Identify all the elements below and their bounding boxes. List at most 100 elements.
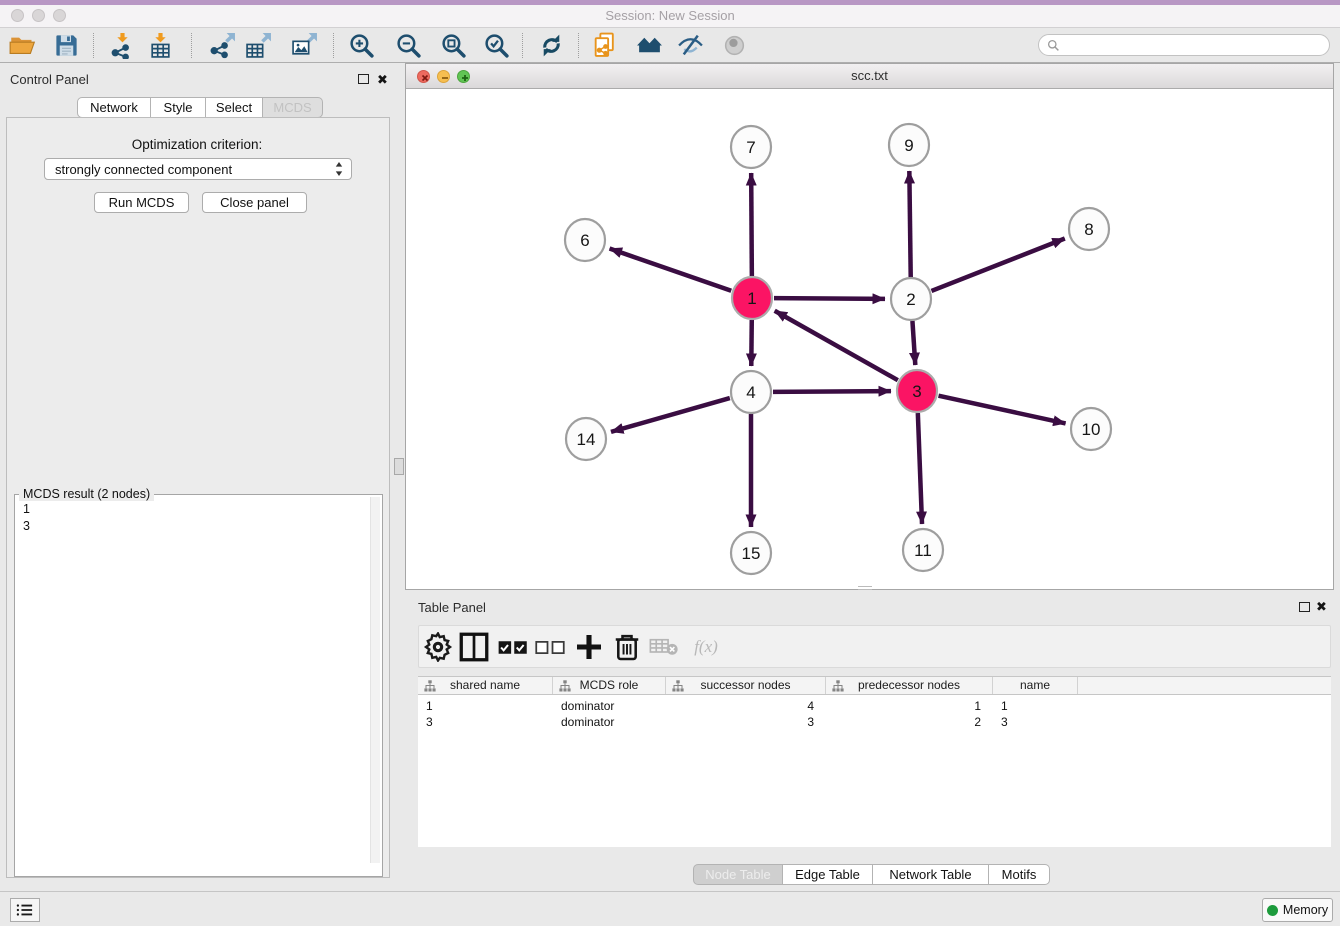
show-columns-icon[interactable] — [459, 633, 489, 661]
table-settings-gear-icon[interactable] — [423, 633, 453, 661]
control-panel-title: Control Panel — [10, 72, 89, 87]
memory-label: Memory — [1283, 903, 1328, 917]
graph-node-15[interactable]: 15 — [731, 532, 771, 574]
tab-edge-table[interactable]: Edge Table — [783, 864, 873, 885]
memory-button[interactable]: Memory — [1262, 898, 1333, 922]
tab-node-table[interactable]: Node Table — [693, 864, 783, 885]
network-canvas[interactable]: 7 9 6 8 1 2 3 4 14 10 15 11 — [406, 89, 1333, 589]
network-view-window: scc.txt 7 9 6 8 1 2 3 4 14 10 15 11 — [405, 63, 1334, 590]
column-header-name[interactable]: name — [993, 677, 1078, 694]
refresh-icon[interactable] — [535, 30, 567, 60]
import-network-icon[interactable] — [106, 30, 138, 60]
mcds-result-scrollbar[interactable] — [370, 497, 380, 863]
graph-node-14[interactable]: 14 — [566, 418, 606, 460]
svg-text:4: 4 — [746, 383, 755, 402]
graph-edge-2-9[interactable] — [909, 171, 910, 277]
search-field[interactable] — [1038, 34, 1330, 56]
panel-splitter-grip[interactable] — [394, 458, 404, 475]
select-stepper-icon — [335, 162, 343, 176]
home-icon[interactable] — [633, 30, 665, 60]
network-close-button[interactable] — [417, 70, 430, 83]
svg-text:8: 8 — [1084, 220, 1093, 239]
graph-node-2[interactable]: 2 — [891, 278, 931, 320]
delete-row-trash-icon[interactable] — [612, 633, 642, 661]
window-title: Session: New Session — [0, 5, 1340, 27]
hide-selected-eye-slash-icon[interactable] — [674, 30, 706, 60]
network-maximize-button[interactable] — [457, 70, 470, 83]
close-panel-button[interactable]: Close panel — [202, 192, 307, 213]
graph-node-3[interactable]: 3 — [897, 370, 937, 412]
optimization-criterion-value: strongly connected component — [55, 162, 232, 177]
console-button[interactable] — [10, 898, 40, 922]
select-all-columns-icon[interactable] — [498, 633, 528, 661]
column-header-successor-nodes[interactable]: successor nodes — [666, 677, 826, 694]
table-panel-close-icon[interactable]: ✖ — [1316, 601, 1327, 613]
graph-edge-3-1[interactable] — [775, 311, 898, 380]
export-image-icon[interactable] — [288, 30, 320, 60]
control-panel-close-icon[interactable]: ✖ — [377, 74, 388, 86]
zoom-in-icon[interactable] — [345, 30, 377, 60]
graph-node-11[interactable]: 11 — [903, 529, 943, 571]
tab-network-table[interactable]: Network Table — [873, 864, 989, 885]
save-session-icon[interactable] — [50, 30, 82, 60]
run-mcds-button[interactable]: Run MCDS — [94, 192, 189, 213]
control-panel-tabs: Network Style Select MCDS — [77, 97, 323, 118]
tab-select[interactable]: Select — [206, 97, 263, 118]
deselect-all-columns-icon[interactable] — [535, 633, 565, 661]
export-table-icon[interactable] — [242, 30, 274, 60]
import-table-icon[interactable] — [144, 30, 176, 60]
show-hidden-eye-icon[interactable] — [718, 30, 750, 60]
network-minimize-button[interactable] — [437, 70, 450, 83]
tab-style[interactable]: Style — [151, 97, 206, 118]
zoom-out-icon[interactable] — [392, 30, 424, 60]
mcds-result-text[interactable]: 1 3 — [15, 495, 382, 876]
graph-edge-2-3[interactable] — [912, 321, 915, 365]
column-header-predecessor-nodes[interactable]: predecessor nodes — [826, 677, 993, 694]
zoom-window-button[interactable] — [53, 9, 66, 22]
graph-edge-2-8[interactable] — [931, 239, 1064, 291]
node-table-body: 1 dominator 4 1 1 3 dominator 3 2 3 — [418, 695, 1331, 847]
add-row-icon[interactable] — [574, 633, 604, 661]
svg-text:10: 10 — [1082, 420, 1101, 439]
svg-text:2: 2 — [906, 290, 915, 309]
tab-motifs[interactable]: Motifs — [989, 864, 1050, 885]
control-panel-float-icon[interactable] — [358, 74, 369, 84]
delete-table-icon[interactable] — [649, 633, 679, 661]
graph-edge-1-2[interactable] — [774, 298, 885, 299]
network-window-titlebar[interactable]: scc.txt — [406, 64, 1333, 89]
column-header-mcds-role[interactable]: MCDS role — [553, 677, 666, 694]
graph-edge-3-10[interactable] — [938, 396, 1065, 424]
graph-node-1[interactable]: 1 — [732, 277, 772, 319]
graph-edge-3-11[interactable] — [918, 413, 922, 524]
optimization-criterion-select[interactable]: strongly connected component — [44, 158, 352, 180]
clone-network-icon[interactable] — [588, 30, 620, 60]
graph-edge-4-14[interactable] — [611, 398, 730, 432]
graph-edge-1-7[interactable] — [751, 173, 752, 276]
graph-node-10[interactable]: 10 — [1071, 408, 1111, 450]
minimize-window-button[interactable] — [32, 9, 45, 22]
toolbar-separator — [578, 33, 579, 58]
graph-edge-4-3[interactable] — [773, 391, 891, 392]
table-panel-float-icon[interactable] — [1299, 602, 1310, 612]
svg-text:15: 15 — [742, 544, 761, 563]
graph-edge-1-6[interactable] — [610, 249, 732, 291]
mcds-result-group: MCDS result (2 nodes) 1 3 — [14, 494, 383, 877]
graph-node-9[interactable]: 9 — [889, 124, 929, 166]
open-session-icon[interactable] — [6, 30, 38, 60]
column-header-shared-name[interactable]: shared name — [418, 677, 553, 694]
network-resize-grip[interactable] — [858, 586, 872, 590]
export-network-icon[interactable] — [206, 30, 238, 60]
svg-text:6: 6 — [580, 231, 589, 250]
search-input[interactable] — [1060, 38, 1329, 52]
toolbar-separator — [93, 33, 94, 58]
graph-node-7[interactable]: 7 — [731, 126, 771, 168]
tab-network[interactable]: Network — [77, 97, 151, 118]
graph-node-6[interactable]: 6 — [565, 219, 605, 261]
graph-node-4[interactable]: 4 — [731, 371, 771, 413]
zoom-selected-icon[interactable] — [480, 30, 512, 60]
graph-node-8[interactable]: 8 — [1069, 208, 1109, 250]
zoom-fit-content-icon[interactable] — [437, 30, 469, 60]
function-builder-icon[interactable]: f(x) — [687, 633, 725, 661]
tab-mcds[interactable]: MCDS — [263, 97, 323, 118]
close-window-button[interactable] — [11, 9, 24, 22]
